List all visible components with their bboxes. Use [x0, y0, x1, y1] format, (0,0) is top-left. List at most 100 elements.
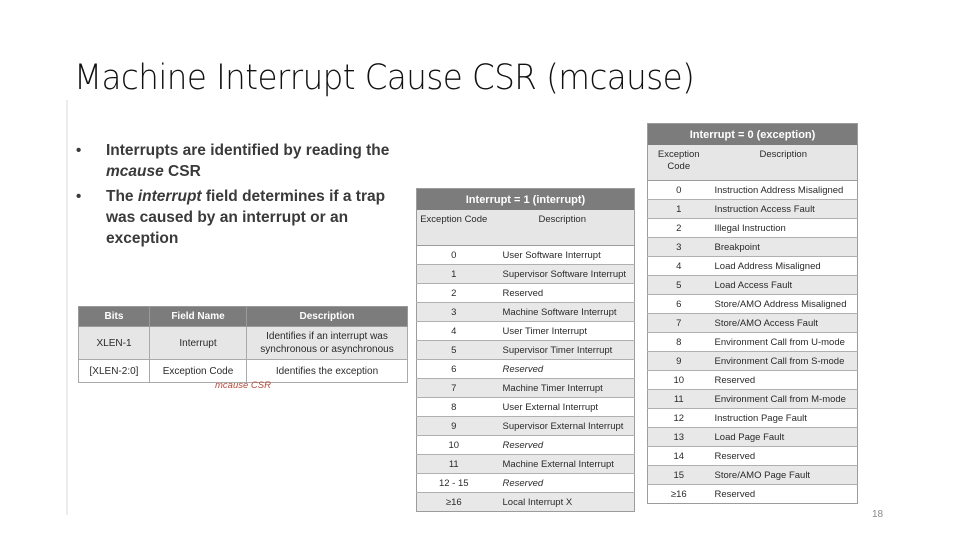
- table-row: 8 Environment Call from U-mode: [647, 332, 858, 352]
- table-row: 10 Reserved: [416, 435, 635, 455]
- cell-exception-code: 0: [647, 180, 710, 200]
- cell-exception-code: 3: [647, 237, 710, 257]
- cell-description: Environment Call from S-mode: [709, 351, 858, 371]
- table-row: ≥16 Local Interrupt X: [416, 492, 635, 512]
- table-row: 12 Instruction Page Fault: [647, 408, 858, 428]
- cell-description: User Timer Interrupt: [490, 321, 635, 341]
- cell-description: Machine Timer Interrupt: [490, 378, 635, 398]
- table-body: 0 User Software Interrupt 1 Supervisor Soft…: [416, 245, 635, 512]
- column-header-description: Description: [246, 306, 408, 327]
- table-row: 11 Environment Call from M-mode: [647, 389, 858, 409]
- cell-exception-code: ≥16: [647, 484, 710, 504]
- cell-description: Instruction Address Misaligned: [709, 180, 858, 200]
- bullet-text: The interrupt field determines if a trap…: [106, 188, 385, 247]
- cell-exception-code: 4: [647, 256, 710, 276]
- text-run: Interrupts are identified by reading the: [106, 142, 390, 159]
- bullet-dot-icon: •: [76, 142, 82, 159]
- cell-description: Reserved: [709, 370, 858, 390]
- cell-description: Reserved: [490, 435, 635, 455]
- table-row: 8 User External Interrupt: [416, 397, 635, 417]
- column-header-description: Description: [709, 145, 858, 181]
- table-row: 7 Store/AMO Access Fault: [647, 313, 858, 333]
- bullet-dot-icon: •: [76, 188, 82, 205]
- table-row: 1 Instruction Access Fault: [647, 199, 858, 219]
- cell-bits: XLEN-1: [78, 326, 150, 360]
- table-row: XLEN-1 Interrupt Identifies if an interr…: [78, 326, 408, 360]
- table-row: 1 Supervisor Software Interrupt: [416, 264, 635, 284]
- cell-description: Machine Software Interrupt: [490, 302, 635, 322]
- cell-exception-code: ≥16: [416, 492, 491, 512]
- column-header-exception-code: Exception Code: [647, 145, 710, 181]
- emphasis-text: interrupt: [137, 188, 202, 205]
- cell-exception-code: 9: [647, 351, 710, 371]
- table-title: Interrupt = 1 (interrupt): [416, 188, 635, 210]
- cell-description: Reserved: [490, 473, 635, 493]
- cell-description: Illegal Instruction: [709, 218, 858, 238]
- cell-description: User Software Interrupt: [490, 245, 635, 265]
- cell-description: Local Interrupt X: [490, 492, 635, 512]
- cell-exception-code: 2: [647, 218, 710, 238]
- column-header-bits: Bits: [78, 306, 150, 327]
- table-row: 6 Reserved: [416, 359, 635, 379]
- cell-exception-code: 11: [647, 389, 710, 409]
- bullet-text: Interrupts are identified by reading the…: [106, 142, 389, 180]
- cell-description: Load Address Misaligned: [709, 256, 858, 276]
- table-header-row: Bits Field Name Description: [78, 306, 408, 327]
- cell-exception-code: 5: [416, 340, 491, 360]
- cell-description: Instruction Page Fault: [709, 408, 858, 428]
- bullet-list: • Interrupts are identified by reading t…: [76, 140, 406, 253]
- cell-description: Store/AMO Address Misaligned: [709, 294, 858, 314]
- left-divider: [66, 100, 68, 515]
- emphasis-text: mcause: [106, 163, 164, 180]
- cell-description: Reserved: [709, 446, 858, 466]
- table-caption: mcause CSR: [215, 380, 271, 391]
- cell-description: Reserved: [709, 484, 858, 504]
- cell-description: Identifies if an interrupt was synchrono…: [246, 326, 408, 360]
- table-row: 14 Reserved: [647, 446, 858, 466]
- table-row: 10 Reserved: [647, 370, 858, 390]
- table-row: 4 User Timer Interrupt: [416, 321, 635, 341]
- cell-exception-code: 1: [647, 199, 710, 219]
- cell-description: Environment Call from U-mode: [709, 332, 858, 352]
- bullet-item: • The interrupt field determines if a tr…: [76, 186, 406, 249]
- cell-exception-code: 12 - 15: [416, 473, 491, 493]
- cell-description: Reserved: [490, 359, 635, 379]
- cell-description: Load Page Fault: [709, 427, 858, 447]
- cell-exception-code: 0: [416, 245, 491, 265]
- table-row: 2 Illegal Instruction: [647, 218, 858, 238]
- cell-exception-code: 1: [416, 264, 491, 284]
- cell-exception-code: 15: [647, 465, 710, 485]
- column-header-field-name: Field Name: [149, 306, 247, 327]
- table-row: 9 Supervisor External Interrupt: [416, 416, 635, 436]
- table-title: Interrupt = 0 (exception): [647, 123, 858, 145]
- page-number: 18: [872, 509, 884, 520]
- cell-description: Supervisor Timer Interrupt: [490, 340, 635, 360]
- cell-exception-code: 7: [647, 313, 710, 333]
- table-body: 0 Instruction Address Misaligned 1 Instruct…: [647, 180, 858, 504]
- table-row: 13 Load Page Fault: [647, 427, 858, 447]
- text-run: CSR: [163, 163, 201, 180]
- table-row: 0 User Software Interrupt: [416, 245, 635, 265]
- bullet-item: • Interrupts are identified by reading t…: [76, 140, 406, 182]
- cell-exception-code: 6: [647, 294, 710, 314]
- cell-exception-code: 5: [647, 275, 710, 295]
- cell-description: Environment Call from M-mode: [709, 389, 858, 409]
- cell-description: Store/AMO Access Fault: [709, 313, 858, 333]
- table-row: 5 Supervisor Timer Interrupt: [416, 340, 635, 360]
- cell-exception-code: 10: [647, 370, 710, 390]
- text-run: The: [106, 188, 138, 205]
- table-row: 15 Store/AMO Page Fault: [647, 465, 858, 485]
- cell-exception-code: 2: [416, 283, 491, 303]
- mcause-field-table: Bits Field Name Description XLEN-1 Inter…: [78, 306, 408, 383]
- table-row: 7 Machine Timer Interrupt: [416, 378, 635, 398]
- cell-field-name: Interrupt: [149, 326, 247, 360]
- cell-description: Store/AMO Page Fault: [709, 465, 858, 485]
- table-row: 0 Instruction Address Misaligned: [647, 180, 858, 200]
- table-row: 12 - 15 Reserved: [416, 473, 635, 493]
- cell-exception-code: 14: [647, 446, 710, 466]
- cell-exception-code: 8: [416, 397, 491, 417]
- cell-exception-code: 4: [416, 321, 491, 341]
- table-row: 9 Environment Call from S-mode: [647, 351, 858, 371]
- slide-title: Machine Interrupt Cause CSR (mcause): [74, 58, 695, 98]
- table-row: 4 Load Address Misaligned: [647, 256, 858, 276]
